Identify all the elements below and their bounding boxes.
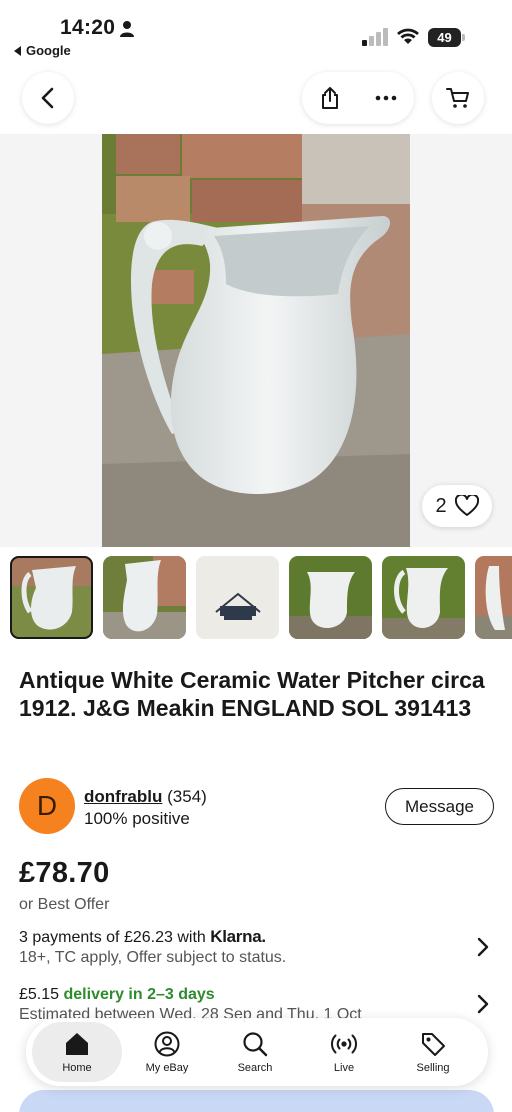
- more-icon: [375, 95, 397, 101]
- seller-avatar[interactable]: D: [19, 778, 75, 834]
- signal-icon: [362, 28, 388, 46]
- status-bar: 14:20 Google 49: [0, 0, 512, 62]
- thumbnail-3[interactable]: [196, 556, 279, 639]
- watch-button[interactable]: 2: [422, 485, 492, 527]
- thumbnail-2[interactable]: [103, 556, 186, 639]
- tab-my-ebay-label: My eBay: [145, 1062, 189, 1074]
- klarna-payment-row[interactable]: 3 payments of £26.23 with Klarna. 18+, T…: [19, 927, 494, 967]
- tab-selling-label: Selling: [416, 1062, 450, 1074]
- tab-search[interactable]: Search: [210, 1018, 300, 1086]
- seller-name-link[interactable]: donfrablu: [84, 787, 162, 806]
- item-price: £78.70: [19, 857, 110, 889]
- delivery-price: £5.15: [19, 986, 60, 1003]
- watch-count: 2: [435, 494, 447, 517]
- back-arrow-icon: [41, 87, 54, 109]
- seller-name-row: donfrablu (354): [84, 787, 207, 807]
- more-button[interactable]: [358, 72, 414, 124]
- share-more-group: [302, 72, 414, 124]
- thumbnail-5[interactable]: [382, 556, 465, 639]
- seller-feedback-score: (354): [167, 787, 207, 806]
- tab-search-label: Search: [237, 1062, 273, 1074]
- tab-home[interactable]: Home: [32, 1022, 122, 1082]
- tab-my-ebay[interactable]: My eBay: [122, 1018, 212, 1086]
- thumbnail-4[interactable]: [289, 556, 372, 639]
- back-button[interactable]: [22, 72, 74, 124]
- share-button[interactable]: [302, 72, 358, 124]
- tab-live[interactable]: Live: [299, 1018, 389, 1086]
- tag-icon: [422, 1033, 445, 1056]
- thumbnail-1[interactable]: [10, 556, 93, 639]
- seller-section: D donfrablu (354) 100% positive Message: [19, 778, 494, 836]
- heart-icon: [454, 495, 479, 516]
- delivery-speed: delivery in 2–3 days: [63, 986, 215, 1003]
- battery-tip: [462, 34, 465, 41]
- live-icon: [331, 1034, 357, 1054]
- battery-level: 49: [428, 28, 461, 47]
- klarna-installments: 3 payments of £26.23 with: [19, 929, 206, 946]
- best-offer-label: or Best Offer: [19, 896, 110, 913]
- tab-live-label: Live: [333, 1062, 355, 1074]
- wifi-icon: [397, 28, 419, 44]
- bottom-tab-bar: Home My eBay Search Live Selling: [26, 1018, 488, 1086]
- tab-home-label: Home: [62, 1062, 92, 1074]
- profile-icon: [154, 1031, 180, 1057]
- cart-icon: [446, 88, 469, 108]
- product-image-gallery[interactable]: 2: [0, 134, 512, 547]
- back-to-google-link[interactable]: Google: [14, 43, 71, 58]
- tab-selling[interactable]: Selling: [388, 1018, 478, 1086]
- back-triangle-icon: [14, 45, 21, 56]
- seller-positive-feedback: 100% positive: [84, 809, 190, 828]
- klarna-logo: Klarna.: [210, 927, 266, 946]
- search-icon: [243, 1032, 268, 1057]
- thumbnail-6[interactable]: [475, 556, 512, 639]
- home-icon: [66, 1033, 88, 1055]
- listing-title: Antique White Ceramic Water Pitcher circ…: [19, 667, 485, 721]
- thumbnail-strip: [10, 556, 512, 640]
- klarna-line: 3 payments of £26.23 with Klarna.: [19, 927, 494, 947]
- chevron-right-icon: [477, 937, 489, 957]
- back-app-label: Google: [26, 43, 71, 58]
- product-photo: [102, 134, 410, 547]
- klarna-terms: 18+, TC apply, Offer subject to status.: [19, 949, 287, 966]
- person-icon: [120, 21, 134, 37]
- chevron-right-icon: [477, 994, 489, 1014]
- buy-it-now-button[interactable]: [19, 1090, 494, 1112]
- cart-button[interactable]: [432, 72, 484, 124]
- top-nav: [0, 70, 512, 128]
- share-icon: [322, 87, 338, 109]
- delivery-line: £5.15 delivery in 2–3 days: [19, 986, 494, 1004]
- battery-indicator: 49: [428, 28, 466, 47]
- message-seller-button[interactable]: Message: [385, 788, 494, 825]
- status-time: 14:20: [60, 16, 116, 39]
